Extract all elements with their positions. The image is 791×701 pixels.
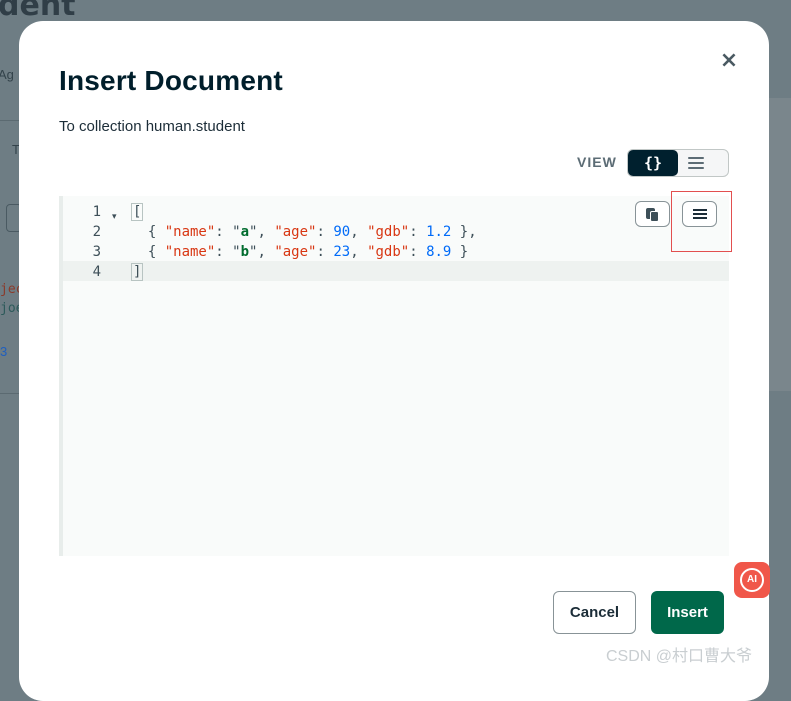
code-line: ] [131,263,144,281]
json-punctuation: } [451,244,469,260]
json-key: "name" [164,224,216,240]
json-key: "age" [274,224,317,240]
json-key: "age" [274,244,317,260]
json-editor[interactable]: 1 2 3 4 ▾ [ { "name": "a", "age": 90, "g… [59,196,729,556]
copy-icon-back [650,211,659,222]
insert-button[interactable]: Insert [651,591,724,634]
json-key: "gdb" [367,224,410,240]
json-punctuation: }, [451,224,477,240]
modal-title: Insert Document [59,65,283,96]
line-number: 4 [92,264,101,280]
open-bracket: [ [131,203,144,221]
line-number: 2 [92,224,101,240]
backdrop-count-fragment: 3 [0,344,8,359]
code-line: [ [131,203,144,221]
backdrop-right-panel [768,98,791,391]
view-label: VIEW [577,154,617,170]
ai-assistant-button[interactable]: AI [734,562,770,598]
editor-gutter [59,196,63,556]
code-line: { "name": "b", "age": 23, "gdb": 8.9 } [131,244,469,260]
copy-button[interactable] [635,201,670,227]
line-number: 3 [92,244,101,260]
modal-subtitle: To collection human.student [59,118,245,135]
backdrop-tab-fragment: Ag [0,67,14,82]
watermark: CSDN @村口曹大爷 [606,648,753,665]
json-number-value: 8.9 [426,244,452,260]
json-string-value: a [240,224,250,240]
json-string-value: b [240,244,250,260]
close-icon[interactable]: × [719,50,739,72]
backdrop-page-title: dent [0,0,76,23]
code-line: { "name": "a", "age": 90, "gdb": 1.2 }, [131,224,477,240]
insert-document-modal: × Insert Document To collection human.st… [19,21,769,701]
close-bracket: ] [131,263,144,281]
cancel-button[interactable]: Cancel [553,591,636,634]
ai-icon: AI [740,568,764,592]
json-number-value: 90 [333,224,351,240]
view-toggle: {} [627,149,729,177]
list-icon[interactable] [688,157,704,169]
json-number-value: 1.2 [426,224,452,240]
line-number: 1 [92,204,101,220]
backdrop-divider [0,393,19,394]
active-line-highlight [63,261,729,281]
json-number-value: 23 [333,244,351,260]
json-key: "name" [164,244,216,260]
fold-arrow-icon[interactable]: ▾ [112,211,117,222]
curly-braces-icon[interactable]: {} [628,150,678,176]
highlight-annotation-box [671,191,732,252]
backdrop-divider [0,120,19,121]
json-key: "gdb" [367,244,410,260]
